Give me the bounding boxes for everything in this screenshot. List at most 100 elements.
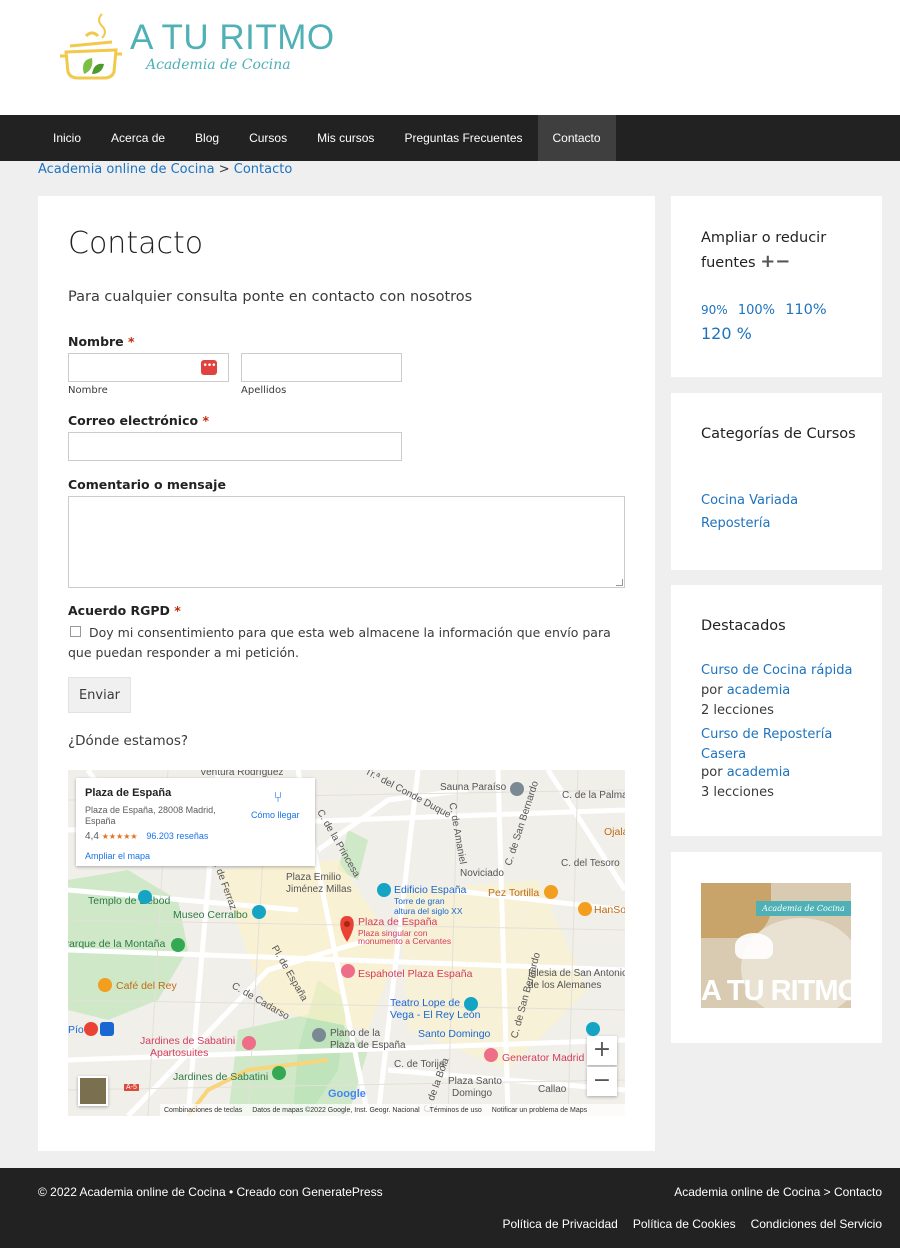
email-label: Correo electrónico * <box>68 413 209 428</box>
widget-title: Ampliar o reducir fuentes +− <box>701 227 861 275</box>
comment-textarea[interactable] <box>68 496 625 588</box>
terms-link[interactable]: Términos de uso <box>430 1107 482 1114</box>
map-poi-icon <box>98 978 112 992</box>
category-link[interactable]: Repostería <box>701 516 770 531</box>
category-link[interactable]: Cocina Variada <box>701 493 798 508</box>
place-name: Plaza de España <box>85 787 172 799</box>
author-link[interactable]: academia <box>727 765 791 780</box>
breadcrumb-home-link[interactable]: Academia online de Cocina <box>38 162 215 177</box>
map-label: Museo Cerralbo <box>173 909 248 921</box>
breadcrumb: Academia online de Cocina > Contacto <box>38 162 292 177</box>
map-label: Plaza Santo <box>448 1076 502 1087</box>
name-label: Nombre * <box>68 334 135 349</box>
place-rating: 4,4 ★★★★★ 96.203 reseñas <box>85 831 208 842</box>
font-size-widget: Ampliar o reducir fuentes +− 90% 100% 11… <box>671 196 882 377</box>
keyboard-shortcuts-link[interactable]: Combinaciones de teclas <box>164 1107 242 1114</box>
map-label: Plaza de España <box>330 1040 406 1051</box>
terms-of-service-link[interactable]: Condiciones del Servicio <box>751 1217 882 1231</box>
nav-item-preguntas[interactable]: Preguntas Frecuentes <box>389 115 537 161</box>
privacy-policy-link[interactable]: Política de Privacidad <box>502 1217 617 1231</box>
cookie-policy-link[interactable]: Política de Cookies <box>633 1217 736 1231</box>
map-label: Café del Rey <box>116 980 177 992</box>
name-label-text: Nombre <box>68 334 124 349</box>
last-name-sublabel: Apellidos <box>241 385 287 396</box>
submit-button[interactable]: Enviar <box>68 677 131 713</box>
featured-course-link[interactable]: Curso de Cocina rápida <box>701 663 852 678</box>
map-label: C. de la Palma <box>562 790 625 801</box>
map-poi-icon <box>510 782 524 796</box>
font-size-options: 90% 100% 110% 120 % <box>701 297 861 345</box>
map-label: Jiménez Millas <box>286 884 352 895</box>
font-size-100[interactable]: 100% <box>738 303 775 318</box>
main-content: Contacto Para cualquier consulta ponte e… <box>38 196 655 1151</box>
email-input[interactable] <box>68 432 402 461</box>
map-poi-icon <box>272 1066 286 1080</box>
map-label: Ventura Rodríguez <box>200 770 284 778</box>
nav-item-blog[interactable]: Blog <box>180 115 234 161</box>
first-name-sublabel: Nombre <box>68 385 108 396</box>
map-label: Plano de la <box>330 1028 381 1039</box>
map-label: altura del siglo XX <box>394 906 463 916</box>
promo-image[interactable]: Academia de Cocina A TU RITMO <box>701 883 851 1008</box>
map-label: monumento a Cervantes <box>358 936 452 946</box>
satellite-toggle[interactable] <box>78 1076 108 1106</box>
enlarge-map-link[interactable]: Ampliar el mapa <box>85 851 150 861</box>
map-poi-icon <box>138 890 152 904</box>
map-poi-icon <box>242 1036 256 1050</box>
font-size-120[interactable]: 120 % <box>701 324 752 343</box>
site-footer: © 2022 Academia online de Cocina • Cread… <box>0 1168 900 1248</box>
gdpr-label: Acuerdo RGPD * <box>68 603 181 618</box>
directions-link[interactable]: Cómo llegar <box>251 810 300 820</box>
map-label: Domingo <box>452 1088 493 1099</box>
report-problem-link[interactable]: Notificar un problema de Maps <box>492 1107 587 1114</box>
last-name-input[interactable] <box>241 353 402 382</box>
consent-checkbox[interactable] <box>70 626 81 637</box>
main-navigation: Inicio Acerca de Blog Cursos Mis cursos … <box>0 115 900 161</box>
required-mark: * <box>174 603 181 618</box>
site-header: A TU RITMO Academia de Cocina <box>0 0 900 115</box>
categories-widget: Categorías de Cursos Cocina Variada Repo… <box>671 393 882 570</box>
featured-course-link[interactable]: Curso de Repostería Casera <box>701 725 841 765</box>
password-manager-icon[interactable]: ••• <box>201 360 217 375</box>
font-size-90[interactable]: 90% <box>701 303 728 317</box>
author-link[interactable]: academia <box>727 683 791 698</box>
location-heading: ¿Dónde estamos? <box>68 733 189 749</box>
nav-item-cursos[interactable]: Cursos <box>234 115 302 161</box>
breadcrumb-current-link[interactable]: Contacto <box>234 162 293 177</box>
map-label: Parque de la Montaña <box>68 938 166 950</box>
map-label: Plaza de España <box>358 916 438 928</box>
first-name-input[interactable]: ••• <box>68 353 229 382</box>
nav-item-inicio[interactable]: Inicio <box>38 115 96 161</box>
google-map[interactable]: Ventura Rodríguez Sauna Paraíso C. de la… <box>68 770 625 1116</box>
reviews-link[interactable]: 96.203 reseñas <box>146 831 208 841</box>
site-logo[interactable]: A TU RITMO Academia de Cocina <box>58 10 334 85</box>
nav-item-mis-cursos[interactable]: Mis cursos <box>302 115 389 161</box>
footer-breadcrumb[interactable]: Academia online de Cocina > Contacto <box>674 1185 882 1199</box>
zoom-in-button[interactable]: + <box>587 1036 617 1065</box>
increase-font-icon[interactable]: + <box>760 251 775 272</box>
map-label: Santo Domingo <box>418 1028 491 1040</box>
intro-text: Para cualquier consulta ponte en contact… <box>68 289 473 305</box>
nav-item-contacto[interactable]: Contacto <box>537 115 616 161</box>
page-title: Contacto <box>68 226 204 261</box>
map-poi-icon <box>171 938 185 952</box>
nav-item-acerca[interactable]: Acerca de <box>96 115 180 161</box>
brand-subtitle: Academia de Cocina <box>146 57 291 73</box>
map-label: C. del Tesoro <box>561 858 620 869</box>
map-label: Sauna Paraíso <box>440 782 507 793</box>
map-poi-icon <box>586 1022 600 1036</box>
promo-brand: A TU RITMO <box>701 975 851 1007</box>
map-label: A-5 <box>124 1084 139 1091</box>
resize-handle-icon[interactable] <box>616 579 623 586</box>
map-poi-icon <box>464 997 478 1011</box>
cooking-pot-icon <box>60 13 122 80</box>
directions-icon[interactable]: ⑂ <box>270 790 286 806</box>
map-label: Pez Tortilla <box>488 887 540 899</box>
breadcrumb-separator: > <box>218 162 230 177</box>
font-size-110[interactable]: 110% <box>785 302 826 318</box>
zoom-out-button[interactable]: − <box>587 1067 617 1096</box>
lesson-count: 3 lecciones <box>701 785 774 800</box>
map-label: Noviciado <box>460 868 504 879</box>
decrease-font-icon[interactable]: − <box>775 251 790 272</box>
map-label: HanSo <box>594 904 625 916</box>
